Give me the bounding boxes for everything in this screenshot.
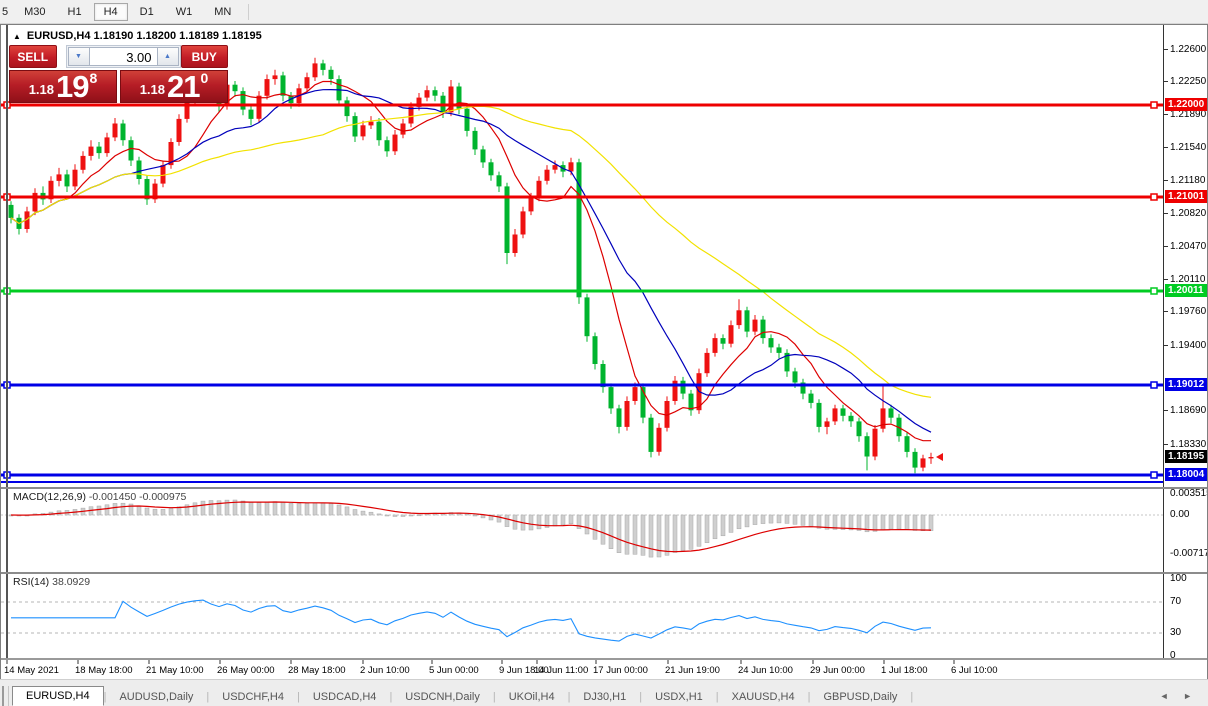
price-tick-1.19760: 1.19760 [1170, 306, 1206, 317]
current-price-badge: 1.18195 [1165, 450, 1208, 463]
price-tick-1.22250: 1.22250 [1170, 76, 1206, 87]
pane-separator-rsi[interactable] [1, 572, 1207, 574]
rsi-label: RSI(14) 38.0929 [13, 576, 90, 588]
chevron-down-icon: ▼ [75, 53, 82, 60]
symbol-tab-USDX-H1[interactable]: USDX,H1 [642, 688, 716, 706]
level-badge-1.22000: 1.22000 [1165, 98, 1208, 111]
buy-price-display[interactable]: 1.18 21 0 [120, 70, 228, 103]
chart-window[interactable]: ▲ EURUSD,H4 1.18190 1.18200 1.18189 1.18… [0, 24, 1208, 680]
time-label: 21 May 10:00 [146, 665, 204, 676]
window-left-border [6, 25, 8, 659]
time-label: 26 May 00:00 [217, 665, 275, 676]
symbol-tab-EURUSD-H4[interactable]: EURUSD,H4 [12, 686, 104, 706]
timeframe-H4[interactable]: H4 [94, 3, 128, 21]
symbol-tab-bar: EURUSD,H4|AUDUSD,Daily|USDCHF,H4|USDCAD,… [0, 679, 1208, 706]
timeframe-H1[interactable]: H1 [58, 3, 92, 21]
time-label: 14 May 2021 [4, 665, 59, 676]
timeframe-toolbar: 5M30H1H4D1W1MN [0, 0, 1208, 24]
pane-separator-macd[interactable] [1, 487, 1207, 489]
symbol-tab-UKOil-H4[interactable]: UKOil,H4 [496, 688, 568, 706]
volume-input[interactable]: 3.00 [90, 47, 157, 66]
price-axis-separator [1163, 25, 1164, 659]
sell-price-big: 19 [56, 73, 88, 100]
volume-increase-button[interactable]: ▲ [157, 47, 179, 66]
time-label: 2 Jun 10:00 [360, 665, 410, 676]
sell-button[interactable]: SELL [9, 45, 57, 68]
symbol-tab-USDCNH-Daily[interactable]: USDCNH,Daily [392, 688, 493, 706]
triangle-icon: ▲ [13, 32, 21, 41]
sell-price-prefix: 1.18 [29, 82, 54, 97]
tab-scroll-arrows[interactable]: ◄ ► [1160, 691, 1198, 701]
timeframe-5[interactable]: 5 [1, 3, 12, 21]
timeframe-M30[interactable]: M30 [14, 3, 55, 21]
price-tick-1.20820: 1.20820 [1170, 208, 1206, 219]
time-label: 14 Jun 11:00 [534, 665, 588, 676]
buy-button[interactable]: BUY [181, 45, 229, 68]
rsi-axis-100: 100 [1170, 573, 1187, 584]
time-label: 29 Jun 00:00 [810, 665, 865, 676]
level-badge-1.18004: 1.18004 [1165, 468, 1208, 481]
rsi-value: 38.0929 [52, 576, 90, 588]
volume-stepper: ▼ 3.00 ▲ [66, 45, 181, 68]
buy-price-pip: 0 [201, 70, 209, 86]
chart-title: ▲ EURUSD,H4 1.18190 1.18200 1.18189 1.18… [13, 30, 262, 42]
symbol-tab-AUDUSD-Daily[interactable]: AUDUSD,Daily [106, 688, 206, 706]
chevron-up-icon: ▲ [164, 53, 171, 60]
symbol-tab-USDCAD-H4[interactable]: USDCAD,H4 [300, 688, 390, 706]
level-badge-1.21001: 1.21001 [1165, 190, 1208, 203]
macd-axis--0.007178: -0.007178 [1170, 548, 1208, 559]
level-badge-1.19012: 1.19012 [1165, 378, 1208, 391]
rsi-axis-70: 70 [1170, 596, 1181, 607]
chart-title-text: EURUSD,H4 1.18190 1.18200 1.18189 1.1819… [27, 30, 262, 42]
volume-decrease-button[interactable]: ▼ [68, 47, 90, 66]
price-tick-1.18690: 1.18690 [1170, 405, 1206, 416]
timeframe-D1[interactable]: D1 [130, 3, 164, 21]
macd-axis-0.00: 0.00 [1170, 509, 1189, 520]
macd-axis-0.003515: 0.003515 [1170, 488, 1208, 499]
macd-label: MACD(12,26,9) -0.001450 -0.000975 [13, 491, 186, 503]
rsi-axis-30: 30 [1170, 627, 1181, 638]
buy-price-big: 21 [167, 73, 199, 100]
time-label: 21 Jun 19:00 [665, 665, 720, 676]
tab-separator: | [910, 691, 913, 703]
time-label: 28 May 18:00 [288, 665, 346, 676]
time-label: 6 Jul 10:00 [951, 665, 997, 676]
timeframe-W1[interactable]: W1 [166, 3, 203, 21]
sell-price-pip: 8 [90, 70, 98, 86]
time-label: 18 May 18:00 [75, 665, 133, 676]
price-tick-1.20470: 1.20470 [1170, 241, 1206, 252]
toolbar-divider [248, 4, 249, 20]
sell-price-display[interactable]: 1.18 19 8 [9, 70, 117, 103]
price-tick-1.21180: 1.21180 [1170, 175, 1205, 186]
price-tick-1.19400: 1.19400 [1170, 340, 1206, 351]
tabbar-grip [2, 686, 9, 706]
macd-value-2: -0.000975 [139, 491, 186, 503]
timeframe-MN[interactable]: MN [204, 3, 241, 21]
level-badge-1.20011: 1.20011 [1165, 284, 1208, 297]
price-tick-1.21540: 1.21540 [1170, 142, 1206, 153]
time-label: 5 Jun 00:00 [429, 665, 479, 676]
chart-canvas[interactable] [1, 25, 1164, 678]
one-click-trading-panel: SELL ▼ 3.00 ▲ BUY 1.18 19 8 1.18 21 0 [9, 45, 228, 103]
symbol-tab-XAUUSD-H4[interactable]: XAUUSD,H4 [719, 688, 808, 706]
symbol-tab-DJ30-H1[interactable]: DJ30,H1 [570, 688, 639, 706]
time-label: 24 Jun 10:00 [738, 665, 793, 676]
price-tick-1.22600: 1.22600 [1170, 44, 1206, 55]
buy-price-prefix: 1.18 [140, 82, 165, 97]
rsi-axis-0: 0 [1170, 650, 1176, 661]
mt4-screen: 5M30H1H4D1W1MN ▲ EURUSD,H4 1.18190 1.182… [0, 0, 1208, 706]
symbol-tab-USDCHF-H4[interactable]: USDCHF,H4 [209, 688, 297, 706]
time-label: 1 Jul 18:00 [881, 665, 927, 676]
pane-separator-timeaxis [1, 658, 1207, 660]
macd-value-1: -0.001450 [89, 491, 136, 503]
price-tick-1.18330: 1.18330 [1170, 439, 1206, 450]
time-label: 17 Jun 00:00 [593, 665, 648, 676]
symbol-tab-GBPUSD-Daily[interactable]: GBPUSD,Daily [810, 688, 910, 706]
